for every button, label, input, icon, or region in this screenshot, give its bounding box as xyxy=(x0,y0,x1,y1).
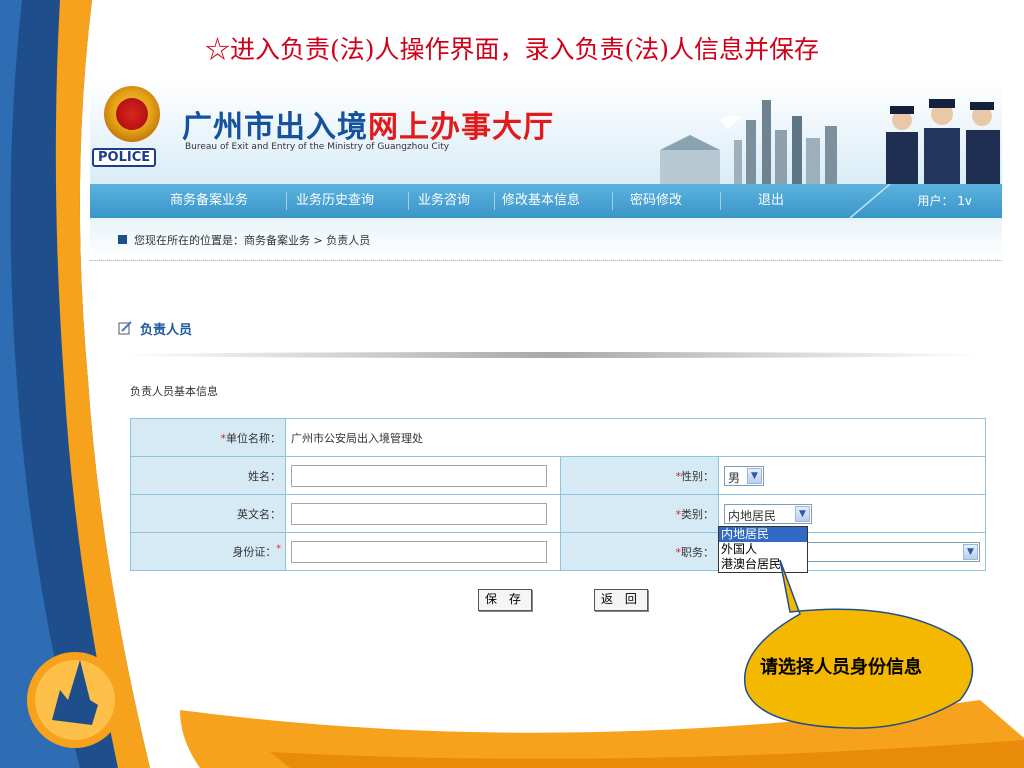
nav-divider xyxy=(286,192,287,210)
category-select[interactable]: 内地居民 ▼ xyxy=(724,503,812,524)
nav-divider xyxy=(720,192,721,210)
category-option[interactable]: 内地居民 xyxy=(719,527,807,542)
chevron-down-icon: ▼ xyxy=(963,543,978,560)
nav-item-business-filing[interactable]: 商务备案业务 xyxy=(170,184,248,218)
police-officers-icon xyxy=(886,99,1000,184)
gender-select[interactable]: 男 ▼ xyxy=(724,465,764,486)
gender-label: 性别： xyxy=(681,469,714,483)
nav-decoration xyxy=(849,184,891,218)
form-subtitle: 负责人员基本信息 xyxy=(130,385,218,398)
id-label: 身份证： xyxy=(232,545,277,559)
gender-value-cell: 男 ▼ xyxy=(718,456,986,495)
header-banner: POLICE 广州市出入境网上办事大厅 Bureau of Exit and E… xyxy=(90,80,1002,184)
police-emblem-icon xyxy=(104,86,160,142)
nav-divider xyxy=(494,192,495,210)
nav-item-edit-info[interactable]: 修改基本信息 xyxy=(502,184,580,218)
category-dropdown-list: 内地居民 外国人 港澳台居民 xyxy=(718,526,808,573)
english-name-label-cell: 英文名： xyxy=(130,494,286,533)
slide-title: ☆进入负责(法)人操作界面，录入负责(法)人信息并保存 xyxy=(204,35,820,64)
id-number-input[interactable] xyxy=(291,540,547,563)
name-input[interactable] xyxy=(291,464,547,487)
section-title: 负责人员 xyxy=(140,323,193,338)
id-label-cell: 身份证：* xyxy=(130,532,286,571)
main-nav: 商务备案业务 业务历史查询 业务咨询 修改基本信息 密码修改 退出 用户： 1v xyxy=(90,184,1002,218)
name-label-cell: 姓名： xyxy=(130,456,286,495)
breadcrumb-icon xyxy=(118,235,127,244)
category-option[interactable]: 港澳台居民 xyxy=(719,557,807,572)
unit-label-cell: *单位名称： xyxy=(130,418,286,457)
nav-divider xyxy=(612,192,613,210)
site-subtitle: Bureau of Exit and Entry of the Ministry… xyxy=(185,142,450,152)
nav-item-logout[interactable]: 退出 xyxy=(758,184,784,218)
section-divider xyxy=(118,352,984,358)
duty-label: 职务： xyxy=(681,545,714,559)
id-value-cell xyxy=(285,532,561,571)
nav-item-history[interactable]: 业务历史查询 xyxy=(296,184,374,218)
chevron-down-icon: ▼ xyxy=(747,467,762,484)
edit-icon xyxy=(118,321,132,335)
breadcrumb-text: 您现在所在的位置是：商务备案业务 > 负责人员 xyxy=(134,234,371,247)
english-name-label: 英文名： xyxy=(237,507,281,521)
name-value-cell xyxy=(285,456,561,495)
category-value: 内地居民 xyxy=(728,508,777,523)
english-name-input[interactable] xyxy=(291,502,547,525)
duty-label-cell: *职务： xyxy=(560,532,719,571)
category-label-cell: *类别： xyxy=(560,494,719,533)
site-title-red: 网上办事大厅 xyxy=(368,110,554,145)
name-label: 姓名： xyxy=(248,469,281,483)
category-label: 类别： xyxy=(681,507,714,521)
english-name-value-cell xyxy=(285,494,561,533)
police-label: POLICE xyxy=(92,148,157,167)
callout-text: 请选择人员身份信息 xyxy=(760,657,922,678)
person-form: *单位名称： 广州市公安局出入境管理处 姓名： *性别： 男 ▼ 英文名： *类别… xyxy=(130,418,986,571)
save-button[interactable]: 保 存 xyxy=(478,589,532,611)
nav-item-password[interactable]: 密码修改 xyxy=(630,184,682,218)
unit-label: 单位名称： xyxy=(226,431,281,445)
back-button[interactable]: 返 回 xyxy=(594,589,648,611)
nav-divider xyxy=(408,192,409,210)
current-user: 用户： 1v xyxy=(917,194,972,208)
gender-value: 男 xyxy=(728,470,741,485)
chevron-down-icon: ▼ xyxy=(795,505,810,522)
nav-item-consult[interactable]: 业务咨询 xyxy=(418,184,470,218)
city-skyline-icon xyxy=(660,100,837,184)
site-title: 广州市出入境网上办事大厅 xyxy=(182,102,554,146)
unit-value-cell: 广州市公安局出入境管理处 xyxy=(285,418,986,457)
unit-value: 广州市公安局出入境管理处 xyxy=(291,431,423,445)
gender-label-cell: *性别： xyxy=(560,456,719,495)
category-option[interactable]: 外国人 xyxy=(719,542,807,557)
breadcrumb: 您现在所在的位置是：商务备案业务 > 负责人员 xyxy=(90,218,1002,261)
site-title-blue: 广州市出入境 xyxy=(182,110,368,145)
required-mark: * xyxy=(276,543,281,555)
